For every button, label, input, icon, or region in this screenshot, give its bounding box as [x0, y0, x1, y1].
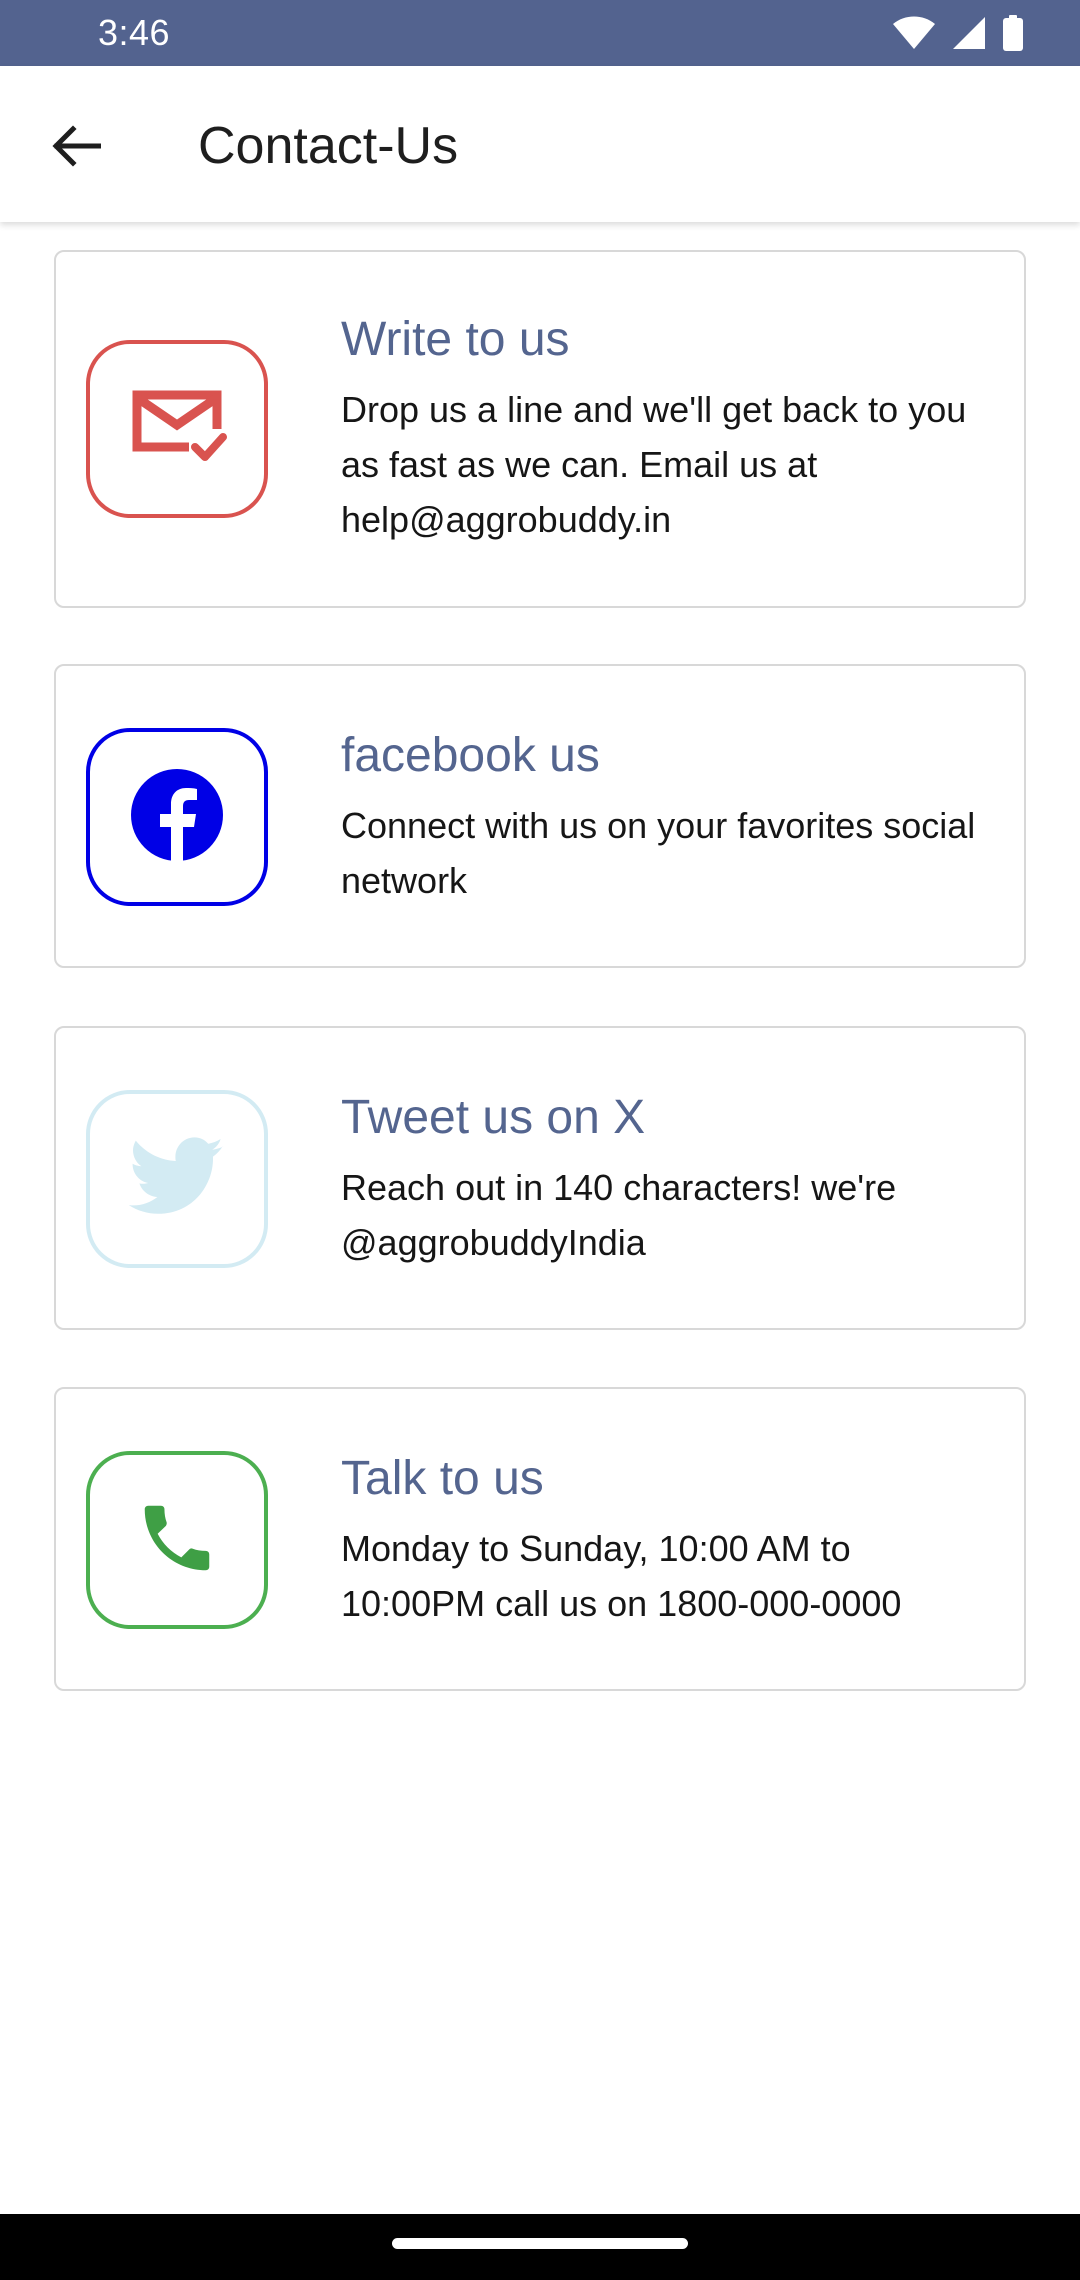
phone-icon [134, 1495, 220, 1586]
contact-card-phone[interactable]: Talk to us Monday to Sunday, 10:00 AM to… [54, 1387, 1026, 1691]
card-title: Talk to us [341, 1452, 544, 1505]
page-title: Contact-Us [198, 117, 459, 175]
contact-card-facebook[interactable]: facebook us Connect with us on your favo… [54, 664, 1026, 968]
facebook-icon-box [86, 728, 268, 906]
facebook-icon [131, 768, 223, 866]
contact-card-twitter[interactable]: Tweet us on X Reach out in 140 character… [54, 1026, 1026, 1330]
battery-icon [1002, 15, 1024, 51]
wifi-icon [892, 16, 936, 50]
system-nav-bar [0, 2214, 1080, 2280]
card-title: Write to us [341, 313, 570, 366]
card-text: Talk to us Monday to Sunday, 10:00 AM to… [341, 1451, 984, 1631]
email-check-icon [127, 385, 227, 474]
phone-icon-box [86, 1451, 268, 1629]
card-text: Tweet us on X Reach out in 140 character… [341, 1090, 984, 1270]
card-text: facebook us Connect with us on your favo… [341, 728, 984, 908]
home-gesture-handle[interactable] [392, 2238, 688, 2249]
card-title: facebook us [341, 729, 600, 782]
card-title: Tweet us on X [341, 1091, 646, 1144]
card-description: Monday to Sunday, 10:00 AM to 10:00PM ca… [341, 1528, 902, 1624]
back-button[interactable] [40, 112, 112, 184]
status-bar: 3:46 [0, 0, 1080, 66]
card-description: Drop us a line and we'll get back to you… [341, 389, 967, 540]
contact-card-email[interactable]: Write to us Drop us a line and we'll get… [54, 250, 1026, 608]
status-time: 3:46 [98, 12, 171, 53]
email-icon-box [86, 340, 268, 518]
twitter-icon [128, 1136, 225, 1222]
contact-us-screen: 3:46 Contact-Us Write to us Drop us a li… [0, 0, 1080, 2280]
card-description: Reach out in 140 characters! we're @aggr… [341, 1167, 897, 1263]
arrow-back-icon [51, 124, 102, 172]
signal-icon [952, 16, 986, 50]
app-bar: Contact-Us [0, 66, 1080, 222]
card-text: Write to us Drop us a line and we'll get… [341, 312, 984, 547]
status-icons [892, 14, 1024, 52]
card-description: Connect with us on your favorites social… [341, 805, 976, 901]
twitter-icon-box [86, 1090, 268, 1268]
